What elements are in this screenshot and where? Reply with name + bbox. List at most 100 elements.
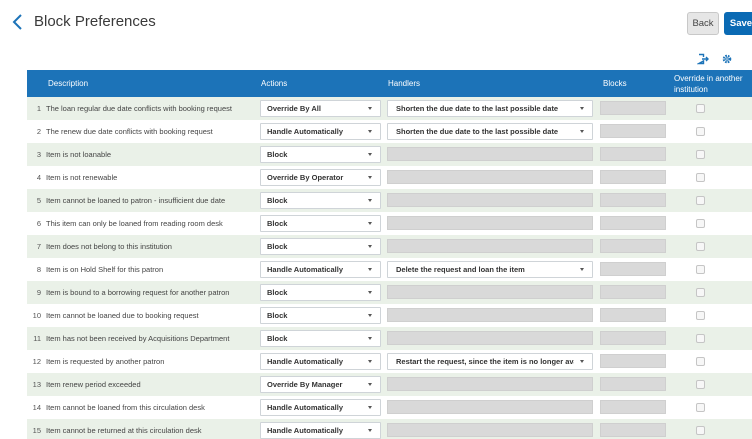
override-checkbox[interactable] <box>696 265 705 274</box>
export-icon[interactable] <box>697 53 709 65</box>
blocks-field <box>600 124 666 138</box>
caret-down-icon <box>368 360 372 363</box>
caret-down-icon <box>368 383 372 386</box>
action-select[interactable]: Block <box>260 284 381 301</box>
caret-down-icon <box>368 222 372 225</box>
action-select[interactable]: Block <box>260 307 381 324</box>
action-select[interactable]: Block <box>260 238 381 255</box>
table-row: 9 Item is bound to a borrowing request fo… <box>27 281 752 304</box>
handler-field-disabled <box>387 331 593 345</box>
action-select-value: Block <box>267 150 288 159</box>
blocks-field <box>600 308 666 322</box>
override-checkbox[interactable] <box>696 311 705 320</box>
column-header-actions[interactable]: Actions <box>261 70 287 97</box>
row-description: The renew due date conflicts with bookin… <box>46 127 213 136</box>
chevron-left-icon[interactable] <box>11 13 25 31</box>
blocks-field <box>600 423 666 437</box>
row-number: 14 <box>32 403 41 412</box>
handler-field-disabled <box>387 193 593 207</box>
caret-down-icon <box>368 245 372 248</box>
action-select[interactable]: Override By Manager <box>260 376 381 393</box>
blocks-field <box>600 285 666 299</box>
handler-select[interactable]: Shorten the due date to the last possibl… <box>387 100 593 117</box>
blocks-field <box>600 239 666 253</box>
override-checkbox[interactable] <box>696 426 705 435</box>
blocks-field <box>600 193 666 207</box>
table-row: 13 Item renew period exceeded Override By … <box>27 373 752 396</box>
column-header-override[interactable]: Override in another institution <box>674 70 742 97</box>
action-select[interactable]: Block <box>260 146 381 163</box>
override-checkbox[interactable] <box>696 173 705 182</box>
override-checkbox[interactable] <box>696 242 705 251</box>
column-header-override-line2: institution <box>674 84 708 94</box>
blocks-field <box>600 262 666 276</box>
table-row: 12 Item is requested by another patron Han… <box>27 350 752 373</box>
action-select-value: Block <box>267 288 288 297</box>
action-select[interactable]: Block <box>260 330 381 347</box>
column-header-blocks[interactable]: Blocks <box>603 70 627 97</box>
caret-down-icon <box>368 107 372 110</box>
column-header-description[interactable]: Description <box>48 70 88 97</box>
row-description: Item is not loanable <box>46 150 112 159</box>
override-checkbox[interactable] <box>696 357 705 366</box>
row-description: The loan regular due date conflicts with… <box>46 104 232 113</box>
override-checkbox[interactable] <box>696 104 705 113</box>
action-select[interactable]: Handle Automatically <box>260 399 381 416</box>
blocks-field <box>600 354 666 368</box>
override-checkbox[interactable] <box>696 219 705 228</box>
action-select[interactable]: Override By All <box>260 100 381 117</box>
table-row: 3 Item is not loanable Block <box>27 143 752 166</box>
table-row: 14 Item cannot be loaned from this circul… <box>27 396 752 419</box>
handler-select[interactable]: Delete the request and loan the item <box>387 261 593 278</box>
handler-select-value: Shorten the due date to the last possibl… <box>396 127 559 136</box>
handler-field-disabled <box>387 147 593 161</box>
caret-down-icon <box>368 406 372 409</box>
row-description: Item renew period exceeded <box>46 380 141 389</box>
row-number: 7 <box>36 242 41 251</box>
action-select[interactable]: Handle Automatically <box>260 261 381 278</box>
override-checkbox[interactable] <box>696 288 705 297</box>
row-number: 1 <box>36 104 41 113</box>
save-button[interactable]: Save <box>724 12 752 35</box>
gear-icon[interactable] <box>721 53 733 65</box>
action-select[interactable]: Handle Automatically <box>260 123 381 140</box>
row-description: Item cannot be loaned to patron - insuff… <box>46 196 226 205</box>
override-checkbox[interactable] <box>696 196 705 205</box>
back-button[interactable]: Back <box>687 12 719 35</box>
column-header-override-line1: Override in another <box>674 73 743 83</box>
action-select[interactable]: Block <box>260 215 381 232</box>
caret-down-icon <box>368 199 372 202</box>
blocks-field <box>600 400 666 414</box>
override-checkbox[interactable] <box>696 127 705 136</box>
override-checkbox[interactable] <box>696 403 705 412</box>
caret-down-icon <box>368 153 372 156</box>
caret-down-icon <box>580 268 584 271</box>
row-number: 2 <box>36 127 41 136</box>
action-select-value: Block <box>267 334 288 343</box>
override-checkbox[interactable] <box>696 150 705 159</box>
action-select-value: Block <box>267 196 288 205</box>
action-select[interactable]: Block <box>260 192 381 209</box>
handler-field-disabled <box>387 400 593 414</box>
table-header: Description Actions Handlers Blocks Over… <box>27 70 752 97</box>
block-preferences-table: Description Actions Handlers Blocks Over… <box>27 70 752 439</box>
row-description: Item cannot be returned at this circulat… <box>46 426 202 435</box>
action-select[interactable]: Handle Automatically <box>260 353 381 370</box>
caret-down-icon <box>368 268 372 271</box>
row-number: 8 <box>36 265 41 274</box>
action-select-value: Handle Automatically <box>267 265 343 274</box>
override-checkbox[interactable] <box>696 380 705 389</box>
caret-down-icon <box>580 107 584 110</box>
action-select[interactable]: Override By Operator <box>260 169 381 186</box>
override-checkbox[interactable] <box>696 334 705 343</box>
action-select-value: Handle Automatically <box>267 426 343 435</box>
column-header-handlers[interactable]: Handlers <box>388 70 420 97</box>
handler-select[interactable]: Restart the request, since the item is n… <box>387 353 593 370</box>
action-select-value: Override By Manager <box>267 380 343 389</box>
row-number: 10 <box>32 311 41 320</box>
action-select-value: Handle Automatically <box>267 127 343 136</box>
table-row: 11 Item has not been received by Acquisit… <box>27 327 752 350</box>
row-number: 5 <box>36 196 41 205</box>
handler-select[interactable]: Shorten the due date to the last possibl… <box>387 123 593 140</box>
action-select[interactable]: Handle Automatically <box>260 422 381 439</box>
